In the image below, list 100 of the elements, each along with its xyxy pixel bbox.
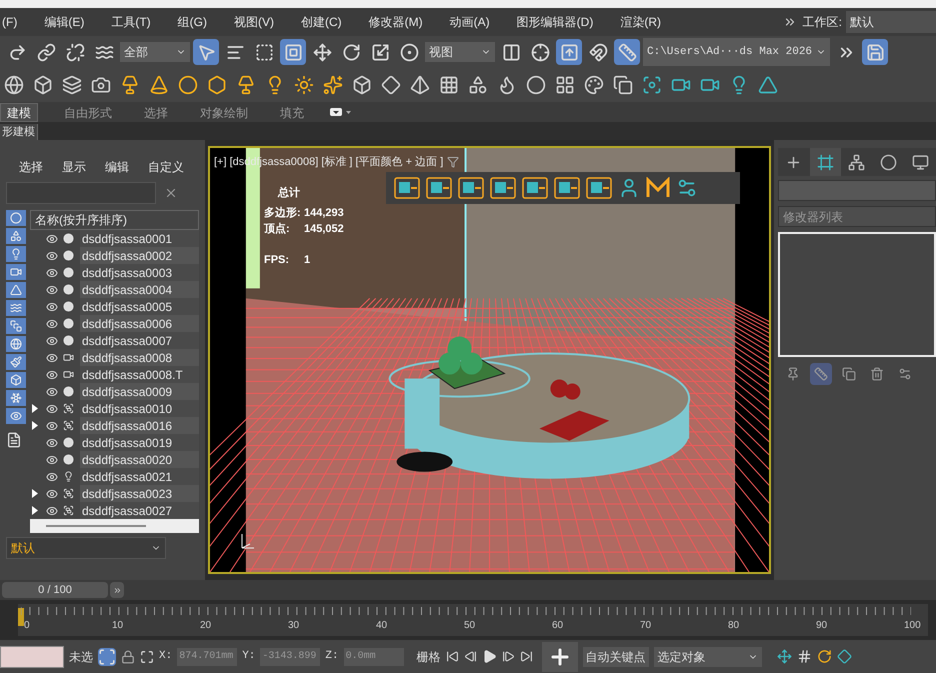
workspace-dropdown[interactable]: 默认 [846, 11, 936, 33]
ribbon-tab[interactable]: 填充 [274, 103, 310, 122]
next-frame-icon[interactable] [502, 650, 515, 663]
expand-triangle-icon[interactable] [32, 489, 38, 498]
globe-icon[interactable] [4, 75, 24, 95]
expand-triangle-icon[interactable] [32, 404, 38, 413]
menu-item[interactable]: 编辑(E) [44, 13, 84, 31]
object-name[interactable]: dsddfjsassa0019 [80, 434, 199, 452]
sphere-icon[interactable] [526, 75, 546, 95]
geosphere-icon[interactable] [207, 75, 227, 95]
toolbar-button[interactable] [193, 39, 219, 65]
close-icon[interactable] [164, 186, 178, 200]
object-name[interactable]: dsddfjsassa0027 [80, 502, 199, 519]
eye-icon[interactable] [46, 300, 58, 312]
menu-item[interactable]: 图形编辑器(D) [516, 13, 594, 31]
palette-icon[interactable] [584, 75, 604, 95]
eye-icon[interactable] [46, 454, 58, 466]
object-name[interactable]: dsddfjsassa0020 [80, 450, 199, 468]
menu-item[interactable]: 渲染(R) [620, 13, 661, 31]
diamond-icon[interactable] [836, 649, 852, 664]
lamp-icon[interactable] [236, 75, 256, 95]
go-to-start-icon[interactable] [446, 650, 459, 663]
explorer-menu-item[interactable]: 显示 [62, 158, 86, 176]
object-name[interactable]: dsddfjsassa0007 [80, 332, 199, 350]
key-filter-dropdown[interactable]: 选定对象 [654, 646, 762, 666]
previous-frame-icon[interactable] [464, 650, 477, 663]
toolbar-button[interactable] [862, 39, 888, 65]
object-name[interactable]: dsddfjsassa0003 [80, 264, 199, 282]
object-name[interactable]: dsddfjsassa0008.T [80, 366, 199, 384]
eye-icon[interactable] [46, 334, 58, 346]
move-icon[interactable] [776, 649, 792, 664]
menu-item[interactable]: (F) [2, 13, 18, 31]
ribbon-tab[interactable]: 对象绘制 [194, 103, 254, 122]
eye-icon[interactable] [46, 352, 58, 364]
filter-button[interactable] [6, 210, 26, 226]
toolbar-button[interactable] [280, 39, 306, 65]
dots-icon[interactable] [555, 75, 575, 95]
eye-icon[interactable] [46, 266, 58, 278]
pyramid-icon[interactable] [410, 75, 430, 95]
filter-button[interactable] [6, 318, 26, 334]
object-name[interactable]: dsddfjsassa0008 [80, 348, 199, 366]
object-name[interactable]: dsddfjsassa0023 [80, 484, 199, 502]
export-icon[interactable] [426, 177, 452, 199]
stack-button[interactable] [810, 363, 832, 385]
filter-button[interactable] [6, 246, 26, 262]
filter-button[interactable] [6, 264, 26, 280]
explorer-menu-item[interactable]: 编辑 [105, 158, 129, 176]
grid-icon[interactable] [439, 75, 459, 95]
object-name[interactable]: dsddfjsassa0010 [80, 400, 199, 418]
object-name[interactable]: dsddfjsassa0001 [80, 230, 199, 248]
auto-key-button[interactable]: 自动关键点 [582, 646, 649, 666]
ribbon-tab[interactable]: 选择 [138, 103, 174, 122]
object-name[interactable]: dsddfjsassa0002 [80, 246, 199, 264]
eye-icon[interactable] [46, 402, 58, 414]
grid-icon[interactable] [796, 649, 812, 664]
toolbar-button[interactable] [614, 39, 640, 65]
expand-triangle-icon[interactable] [32, 421, 38, 430]
horizontal-scrollbar[interactable] [46, 525, 146, 527]
eye-icon[interactable] [46, 232, 58, 244]
plant-drawing[interactable] [428, 336, 506, 390]
menu-item[interactable]: 组(G) [178, 13, 207, 31]
eye-icon[interactable] [46, 420, 58, 432]
column-header[interactable]: 名称(按升序排序) [30, 210, 199, 230]
name-field[interactable] [778, 180, 936, 201]
eye-icon[interactable] [46, 488, 58, 500]
explorer-menu-item[interactable]: 自定义 [148, 158, 184, 176]
menu-item[interactable]: 工具(T) [111, 13, 151, 31]
go-to-end-icon[interactable] [520, 650, 533, 663]
object-name[interactable]: dsddfjsassa0021 [80, 468, 199, 486]
layers-icon[interactable] [62, 75, 82, 95]
document-icon[interactable] [6, 432, 22, 448]
eye-icon[interactable] [46, 284, 58, 296]
eye-icon[interactable] [46, 386, 58, 398]
eye-icon[interactable] [46, 318, 58, 330]
expand-triangle-icon[interactable] [32, 506, 38, 515]
layer-dropdown[interactable]: 默认 [6, 537, 166, 559]
eye-icon[interactable] [46, 436, 58, 448]
dropdown[interactable]: 视图 [425, 42, 495, 62]
filter-button[interactable] [6, 300, 26, 316]
lock-icon[interactable] [121, 650, 135, 664]
cube-icon[interactable] [352, 75, 372, 95]
menu-item[interactable]: 动画(A) [450, 13, 490, 31]
eye-icon[interactable] [46, 504, 58, 516]
filter-button[interactable] [6, 390, 26, 406]
spotlight-icon[interactable] [120, 75, 140, 95]
track-bar[interactable]: 0 10 20 30 40 50 60 70 80 90 100 [18, 604, 928, 636]
object-name[interactable]: dsddfjsassa0016 [80, 416, 199, 434]
object-name[interactable]: dsddfjsassa0006 [80, 314, 199, 332]
ribbon-options-icon[interactable] [330, 107, 352, 117]
camera-icon[interactable] [91, 75, 111, 95]
object-name[interactable]: dsddfjsassa0009 [80, 382, 199, 400]
eye-icon[interactable] [46, 470, 58, 482]
ribbon-panel-tab[interactable]: 形建模 [0, 124, 38, 140]
ribbon-tab[interactable]: 自由形式 [58, 103, 118, 122]
filter-button[interactable] [6, 354, 26, 370]
menu-item[interactable]: 视图(V) [234, 13, 274, 31]
filter-button[interactable] [6, 336, 26, 352]
set-key-button[interactable] [542, 642, 578, 672]
next-frame-button[interactable] [110, 582, 124, 598]
eye-icon[interactable] [46, 250, 58, 262]
